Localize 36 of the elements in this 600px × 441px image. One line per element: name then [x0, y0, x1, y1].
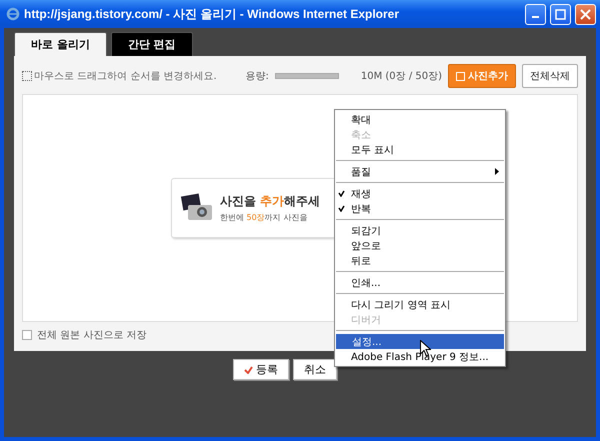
- checkmark-icon: [244, 366, 253, 374]
- menu-item[interactable]: 뒤로: [335, 253, 505, 268]
- menu-item[interactable]: 되감기: [335, 223, 505, 238]
- tab[interactable]: 간단 편집: [110, 32, 193, 56]
- add-photo-subline: 한번에 50장까지 사진을: [220, 212, 308, 223]
- drag-hint: 마우스로 드래그하여 순서를 변경하세요.: [34, 70, 217, 83]
- menu-item[interactable]: 다시 그리기 영역 표시: [335, 297, 505, 312]
- menu-item[interactable]: 모두 표시: [335, 142, 505, 157]
- add-photo-headline: 사진을 추가해주세: [220, 193, 320, 210]
- checkbox-label: 전체 원본 사진으로 저장: [37, 329, 147, 342]
- window-title: http://jsjang.tistory.com/ - 사진 올리기 - Windows Internet Explorer: [24, 6, 400, 22]
- menu-item[interactable]: 품질: [335, 164, 505, 179]
- menu-item[interactable]: 인쇄...: [335, 275, 505, 290]
- capacity-text: 10M (0장 / 50장): [360, 70, 442, 83]
- menu-item[interactable]: 반복: [335, 201, 505, 216]
- capacity-label: 용량:: [245, 70, 269, 83]
- checkbox[interactable]: [22, 330, 32, 340]
- minimize-button[interactable]: [525, 4, 546, 24]
- square-icon: [456, 72, 465, 80]
- menu-item[interactable]: 설정...: [336, 334, 504, 349]
- menu-item[interactable]: 확대: [335, 112, 505, 127]
- close-icon: [580, 8, 591, 20]
- minimize-icon: [532, 16, 539, 18]
- menu-item[interactable]: 앞으로: [335, 238, 505, 253]
- menu-item[interactable]: 재생: [335, 186, 505, 201]
- browser-icon: [6, 7, 20, 21]
- camera-icon: [180, 193, 214, 223]
- cancel-button[interactable]: 취소: [293, 359, 337, 380]
- close-button[interactable]: [575, 4, 596, 24]
- drag-icon: [22, 71, 32, 81]
- register-button[interactable]: 등록: [233, 359, 289, 380]
- maximize-icon: [555, 8, 566, 20]
- menu-item[interactable]: Adobe Flash Player 9 정보...: [335, 349, 505, 364]
- maximize-button[interactable]: [550, 4, 571, 24]
- tab[interactable]: 바로 올리기: [14, 32, 107, 56]
- delete-all-button[interactable]: 전체삭제: [522, 64, 578, 88]
